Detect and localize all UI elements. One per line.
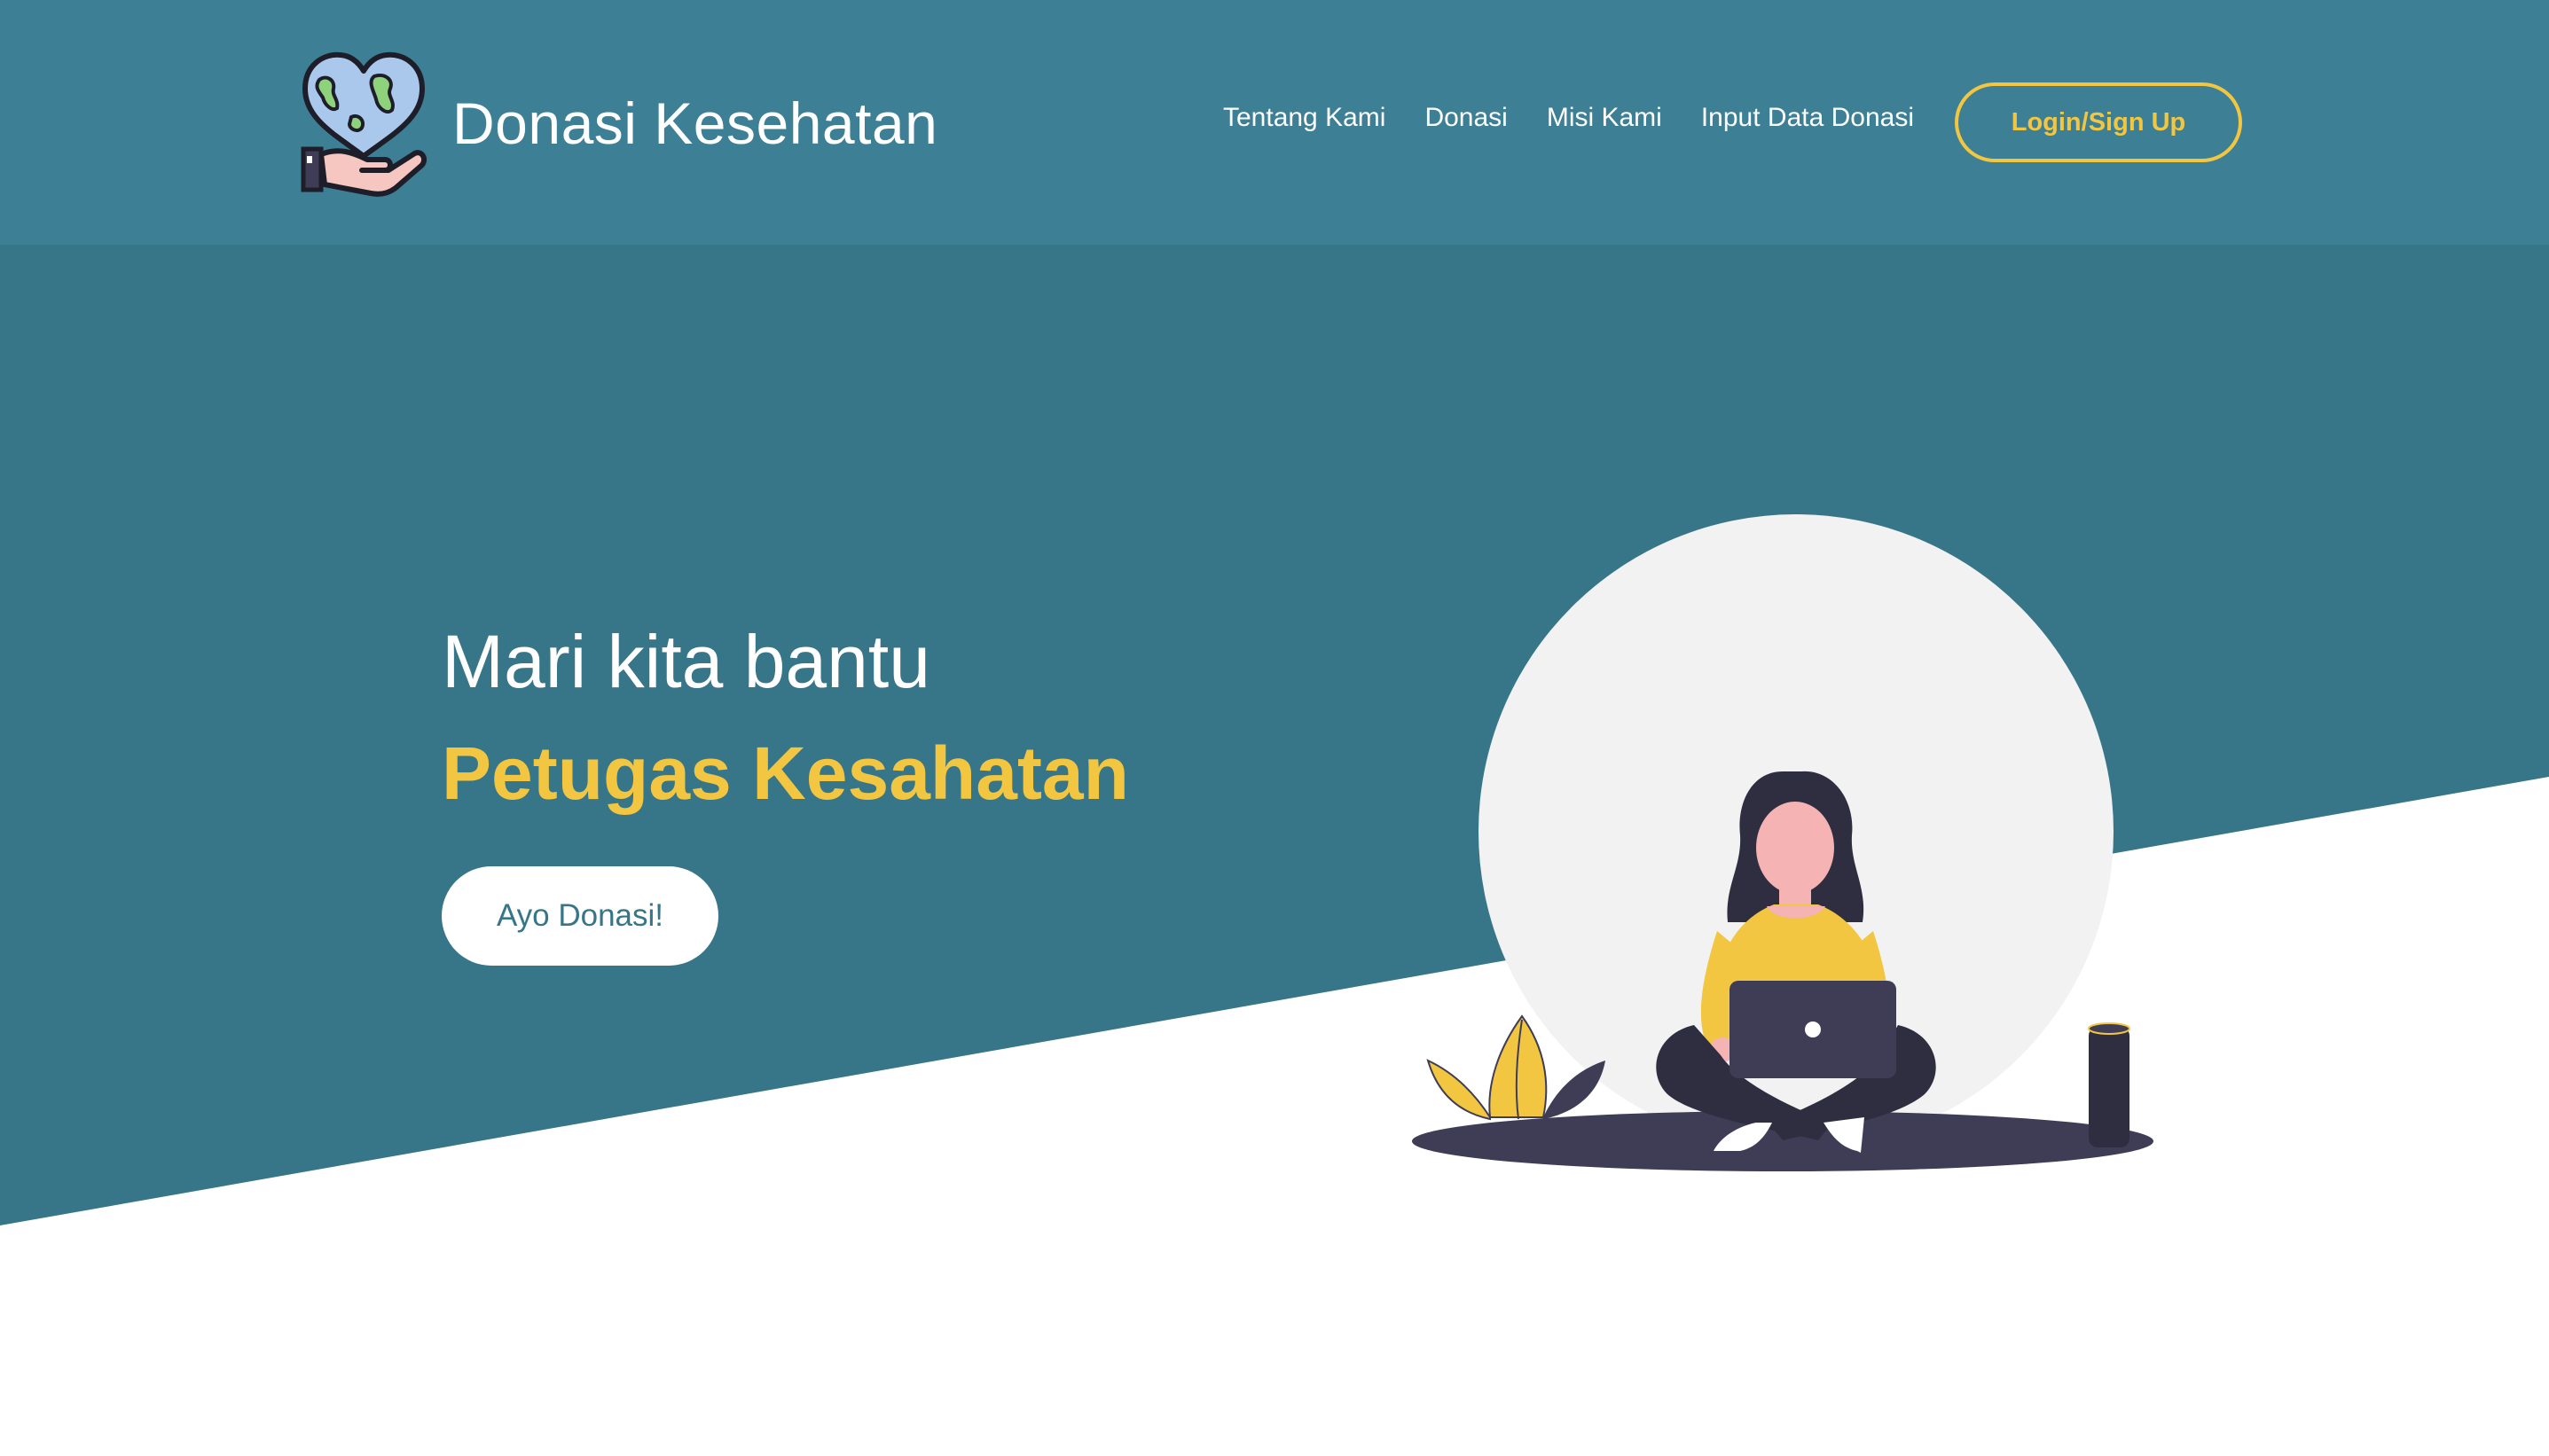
- main-nav: Tentang Kami Donasi Misi Kami Input Data…: [1223, 0, 2242, 245]
- hero-heading: Mari kita bantu: [442, 620, 930, 703]
- site-header: Donasi Kesehatan Tentang Kami Donasi Mis…: [0, 0, 2549, 245]
- nav-tentang-kami[interactable]: Tentang Kami: [1223, 103, 1385, 133]
- login-signup-button[interactable]: Login/Sign Up: [1955, 82, 2242, 162]
- hero-content: Mari kita bantu Petugas Kesahatan Ayo Do…: [442, 621, 1129, 966]
- speaker-icon: [2088, 1022, 2130, 1147]
- heart-globe-hand-icon: [301, 51, 427, 197]
- woman-with-laptop-illustration: [1412, 514, 2153, 1171]
- landing-page: Donasi Kesehatan Tentang Kami Donasi Mis…: [0, 0, 2549, 1456]
- hero-highlight: Petugas Kesahatan: [442, 732, 1129, 816]
- brand-name: Donasi Kesehatan: [452, 90, 938, 156]
- nav-donasi[interactable]: Donasi: [1424, 103, 1507, 133]
- donate-cta-button[interactable]: Ayo Donasi!: [442, 865, 718, 966]
- brand[interactable]: Donasi Kesehatan: [300, 50, 937, 197]
- nav-input-data-donasi[interactable]: Input Data Donasi: [1701, 103, 1914, 133]
- nav-misi-kami[interactable]: Misi Kami: [1547, 103, 1662, 133]
